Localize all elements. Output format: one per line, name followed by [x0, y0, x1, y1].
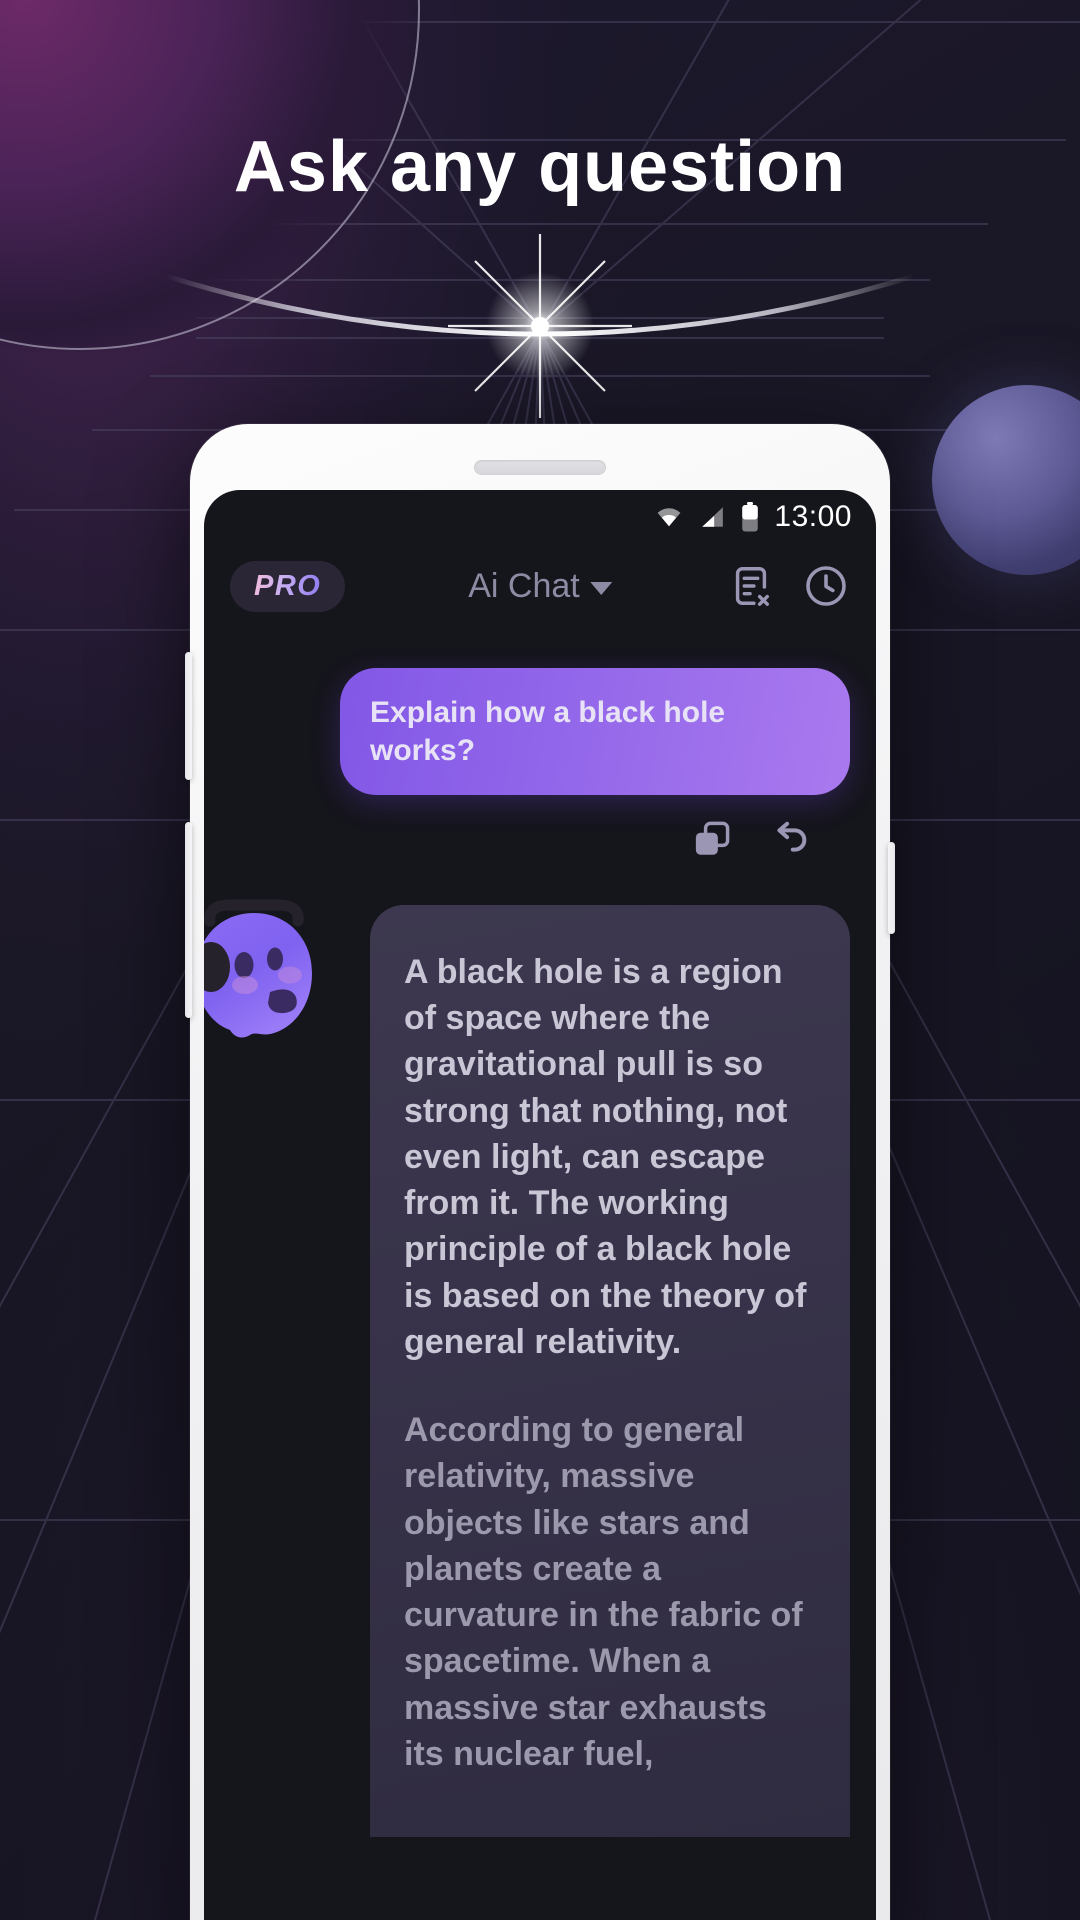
phone-power-button	[185, 822, 192, 1018]
user-message-row: Explain how a black hole works?	[230, 668, 850, 795]
status-bar: 13:00	[204, 490, 876, 544]
clear-chat-icon[interactable]	[728, 563, 774, 609]
star-sparkle	[448, 234, 632, 418]
regenerate-icon[interactable]	[766, 817, 812, 863]
phone-side-button-right	[888, 842, 895, 934]
phone-volume-button	[185, 652, 192, 780]
pro-badge-label: PRO	[254, 569, 322, 602]
chat-thread: Explain how a black hole works? A black …	[204, 628, 876, 1837]
phone-earpiece	[474, 460, 606, 475]
app-header: PRO Ai Chat	[204, 544, 876, 628]
page-title: Ask any question	[233, 127, 847, 207]
pro-badge[interactable]: PRO	[230, 560, 346, 612]
wifi-icon	[658, 508, 681, 527]
chevron-down-icon	[589, 582, 612, 595]
message-action-bar	[230, 795, 850, 863]
status-bar-time: 13:00	[774, 500, 852, 533]
history-clock-icon[interactable]	[802, 562, 850, 610]
battery-icon	[742, 502, 759, 532]
promo-stage: Ask any question 13:00 PRO Ai Chat Expla…	[0, 0, 1080, 1920]
ai-ghost-avatar	[204, 899, 312, 1038]
assistant-message-bubble[interactable]: A black hole is a region of space where …	[370, 905, 850, 1837]
assistant-paragraph: A black hole is a region of space where …	[404, 953, 807, 1361]
header-title-label: Ai Chat	[468, 566, 580, 605]
phone-mockup: 13:00 PRO Ai Chat Explain how a black ho…	[185, 424, 895, 1920]
header-actions	[728, 562, 850, 610]
chat-mode-selector[interactable]: Ai Chat	[468, 567, 612, 606]
assistant-message-row: A black hole is a region of space where …	[204, 899, 850, 1837]
copy-icon[interactable]	[690, 817, 734, 861]
assistant-paragraph: According to general relativity, massive…	[404, 1411, 803, 1773]
cellular-signal-icon	[702, 507, 724, 527]
user-message-bubble[interactable]: Explain how a black hole works?	[340, 668, 850, 795]
phone-screen: 13:00 PRO Ai Chat Explain how a black ho…	[204, 490, 876, 1920]
